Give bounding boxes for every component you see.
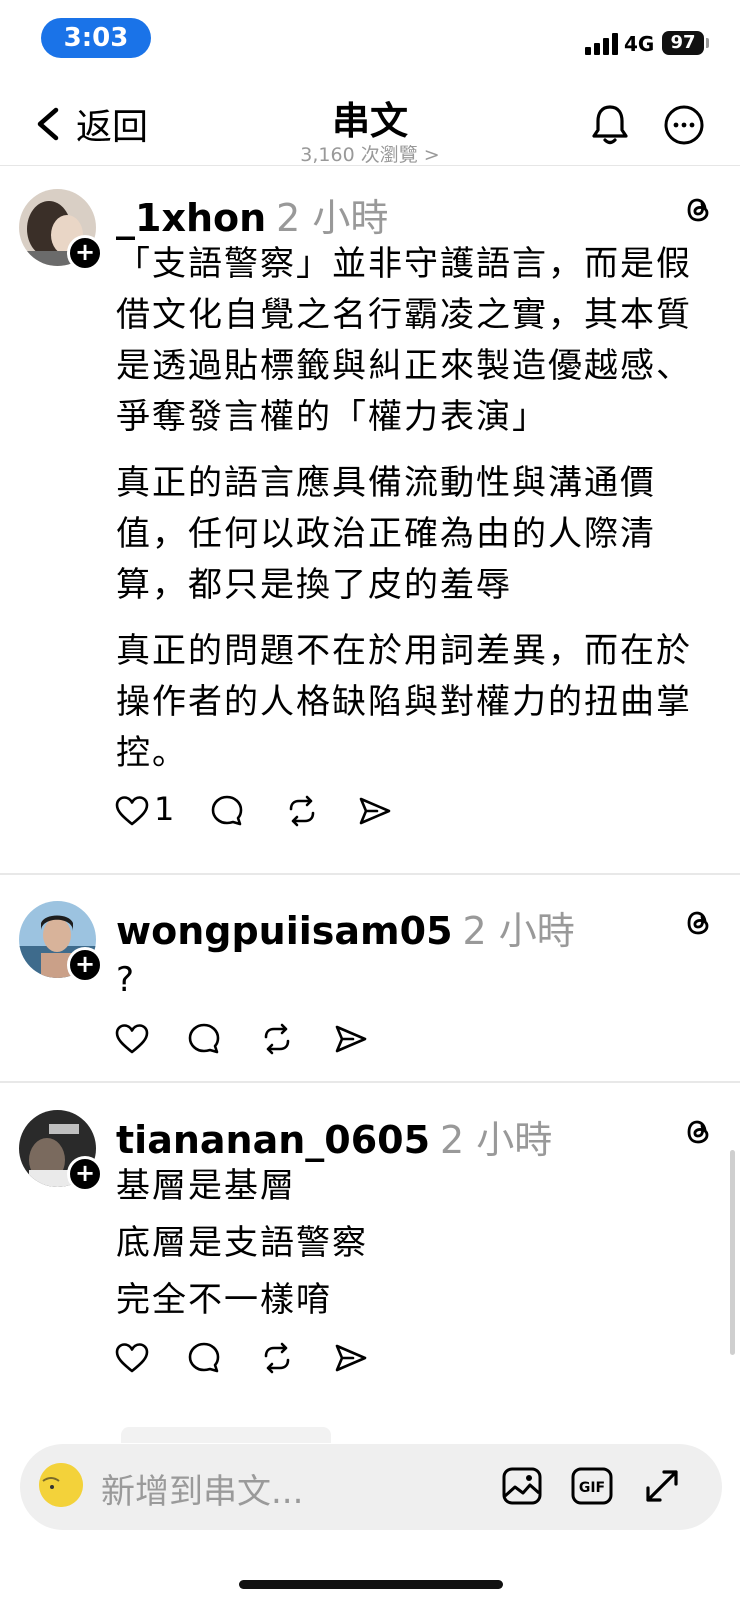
battery-icon: 97 [662,31,704,55]
threads-logo-icon[interactable] [682,1115,716,1149]
expand-icon[interactable] [640,1464,684,1508]
heart-icon[interactable] [114,1340,150,1376]
signal-icon [585,33,619,55]
gif-icon[interactable]: GIF [570,1464,614,1508]
status-bar: 3:03 4G 97 [0,0,740,80]
comment-icon[interactable] [186,1021,222,1057]
post-author[interactable]: wongpuiisam05 2 小時 [116,900,575,955]
post-author[interactable]: _1xhon 2 小時 [116,187,388,242]
username[interactable]: wongpuiisam05 [116,909,453,953]
svg-text:GIF: GIF [579,1480,605,1496]
post-actions [114,1340,434,1380]
post-author[interactable]: tiananan_0605 2 小時 [116,1109,552,1164]
nav-divider [0,165,740,166]
network-label: 4G [624,32,655,56]
follow-plus-button[interactable]: + [67,1156,103,1192]
repost-icon[interactable] [284,793,320,829]
post-actions: 1 [114,790,434,833]
post-body: ? [116,952,716,1009]
avatar-image [39,1463,83,1507]
heart-icon[interactable] [114,793,150,829]
post-paragraph: 真正的語言應具備流動性與溝通價值，任何以政治正確為由的人際清算，都只是換了皮的羞… [116,463,656,605]
post-paragraph: 真正的問題不在於用詞差異，而在於操作者的人格缺陷與對權力的扭曲掌控。 [116,631,692,773]
post-body: 基層是基層 底層是支語警察 完全不一樣唷 [116,1158,716,1329]
comment-icon[interactable] [209,793,245,829]
image-icon[interactable] [500,1464,544,1508]
post-line: 基層是基層 [116,1166,296,1206]
post-item: + tiananan_0605 2 小時 基層是基層 底層是支語警察 完全不一樣唷 [0,1090,740,1410]
top-nav: 返回 串文 3,160 次瀏覽 > [0,85,740,166]
post-line: 底層是支語警察 [116,1223,368,1263]
composer-input[interactable]: 新增到串文... [101,1464,303,1513]
post-divider [0,873,740,875]
post-line: 完全不一樣唷 [116,1280,332,1320]
post-item: + _1xhon 2 小時 「支語警察」並非守護語言，而是假借文化自覺之名行霸凌之… [0,170,740,870]
threads-logo-icon[interactable] [682,193,716,227]
post-line: ? [116,960,137,1000]
username[interactable]: tiananan_0605 [116,1118,430,1162]
share-icon[interactable] [333,1340,369,1376]
heart-icon[interactable] [114,1021,150,1057]
battery-tip [706,38,709,48]
post-paragraph: 「支語警察」並非守護語言，而是假借文化自覺之名行霸凌之實，其本質是透過貼標籤與糾… [116,244,692,437]
follow-plus-button[interactable]: + [67,947,103,983]
loading-placeholder [121,1427,331,1443]
repost-icon[interactable] [259,1021,295,1057]
username[interactable]: _1xhon [116,196,266,240]
threads-logo-icon[interactable] [682,906,716,940]
post-time: 2 小時 [276,196,389,240]
post-item: + wongpuiisam05 2 小時 ? [0,880,740,1080]
scrollbar[interactable] [730,1150,735,1355]
post-divider [0,1081,740,1083]
bell-icon[interactable] [590,103,630,147]
post-time: 2 小時 [462,909,575,953]
my-avatar [39,1463,83,1507]
reply-composer[interactable]: 新增到串文... GIF [20,1444,722,1530]
share-icon[interactable] [333,1021,369,1057]
follow-plus-button[interactable]: + [67,235,103,271]
status-time[interactable]: 3:03 [41,18,151,58]
post-actions [114,1021,434,1061]
post-time: 2 小時 [440,1118,553,1162]
like-count: 1 [154,790,175,828]
share-icon[interactable] [357,793,393,829]
comment-icon[interactable] [186,1340,222,1376]
post-body: 「支語警察」並非守護語言，而是假借文化自覺之名行霸凌之實，其本質是透過貼標籤與糾… [116,239,716,794]
home-indicator[interactable] [239,1580,503,1589]
repost-icon[interactable] [259,1340,295,1376]
more-options-icon[interactable] [663,104,705,146]
